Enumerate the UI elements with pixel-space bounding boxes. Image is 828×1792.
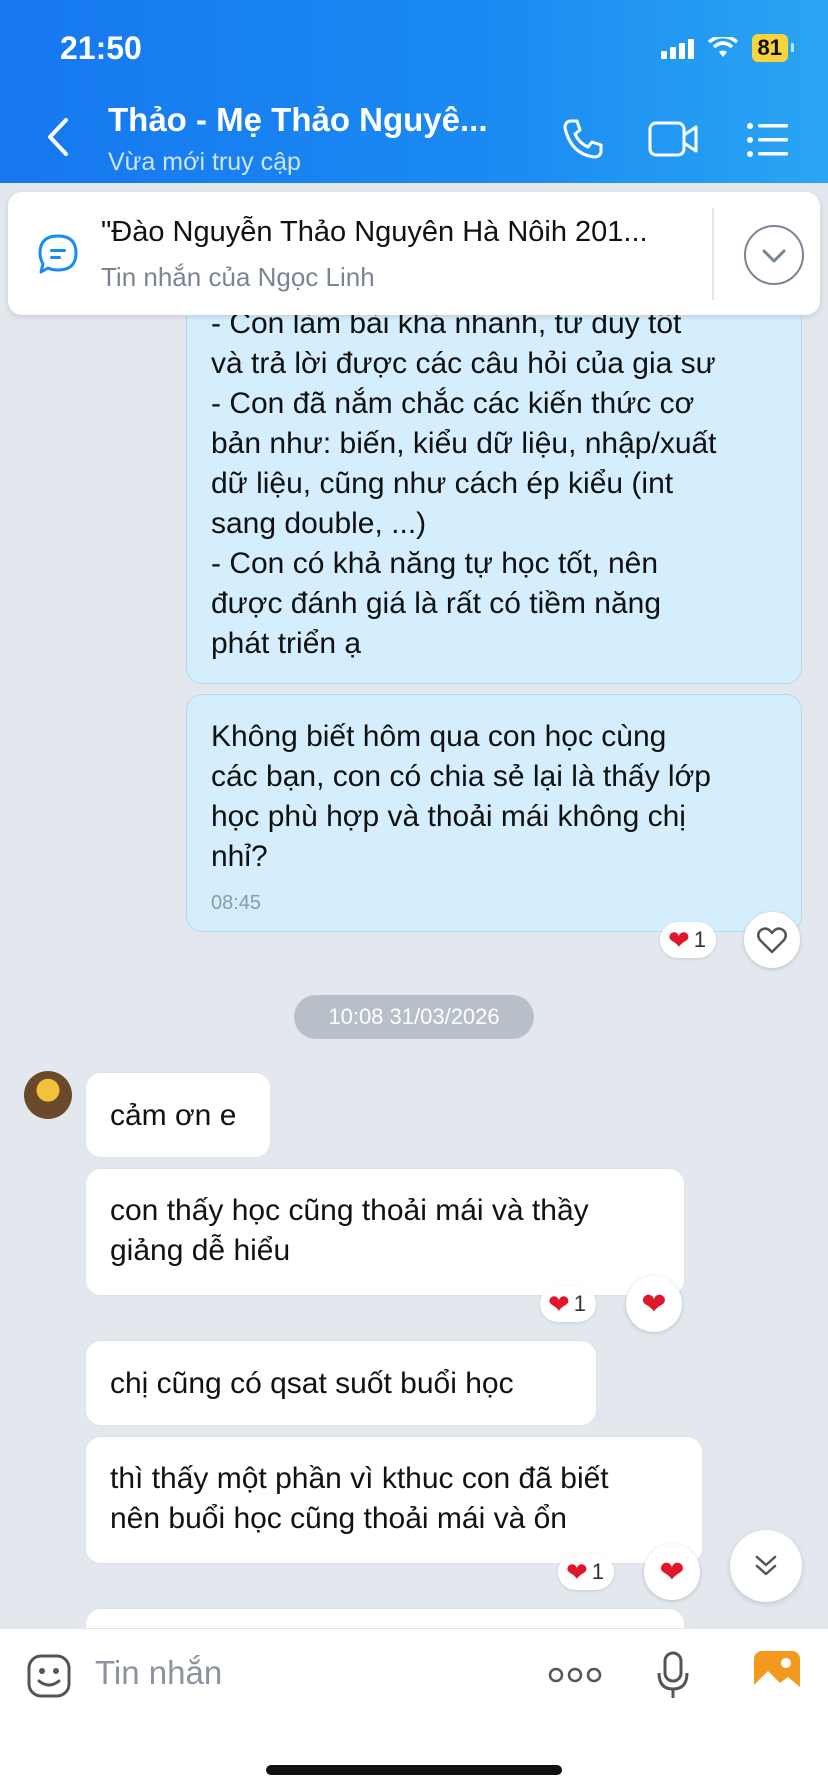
message-line: và trả lời được các câu hỏi của gia sư [211, 347, 716, 380]
message-line: bản như: biến, kiểu dữ liệu, nhập/xuất [211, 427, 717, 460]
emoji-icon[interactable] [26, 1653, 72, 1699]
message-bubble-received[interactable]: con thấy học cũng thoải mái và thầy giản… [85, 1168, 685, 1296]
message-line: - Con có khả năng tự học tốt, nên [211, 547, 659, 580]
message-line: thì thấy một phần vì kthuc con đã biết [110, 1462, 609, 1495]
message-input[interactable]: Tin nhắn [95, 1654, 222, 1692]
message-line: giảng dễ hiểu [110, 1234, 291, 1267]
pinned-message-bar[interactable]: "Đào Nguyễn Thảo Nguyên Hà Nôih 201... T… [8, 192, 820, 315]
reaction-summary[interactable]: ❤ 1 [660, 922, 717, 958]
reaction-count: 1 [573, 1291, 587, 1316]
date-separator: 10:08 31/03/2026 [294, 995, 534, 1039]
message-line: nhỉ? [211, 840, 268, 873]
reaction-count: 1 [693, 927, 707, 952]
message-line: Không biết hôm qua con học cùng [211, 720, 667, 753]
message-bubble-received[interactable]: thì thấy một phần vì kthuc con đã biết n… [85, 1436, 703, 1564]
react-button[interactable] [744, 912, 800, 968]
phone-icon[interactable] [560, 116, 606, 162]
reaction-summary[interactable]: ❤ 1 [540, 1286, 597, 1322]
message-line: được đánh giá là rất có tiềm năng [211, 587, 662, 620]
chat-header: 21:50 81 Thảo - Mẹ Thảo Nguyê... Vừa mới… [0, 0, 828, 183]
message-bubble-received[interactable]: chị cũng có qsat suốt buổi học [85, 1340, 597, 1426]
heart-filled-icon: ❤ [659, 1555, 685, 1589]
message-line: nên buổi học cũng thoải mái và ổn [110, 1502, 567, 1535]
expand-pinned-button[interactable] [744, 225, 804, 285]
image-picker-icon[interactable] [752, 1649, 802, 1697]
message-line: - Con đã nắm chắc các kiến thức cơ [211, 387, 695, 420]
message-line: chị cũng có qsat suốt buổi học [110, 1367, 514, 1400]
signal-icon [660, 37, 694, 59]
chat-bubble-icon [38, 234, 78, 274]
chat-status: Vừa mới truy cập [108, 148, 301, 176]
message-line: con thấy học cũng thoải mái và thầy [110, 1194, 589, 1227]
double-chevron-down-icon [755, 1555, 777, 1576]
message-line: các bạn, con có chia sẻ lại là thấy lớp [211, 760, 711, 793]
pinned-message-author: Tin nhắn của Ngọc Linh [101, 262, 375, 292]
status-icons: 81 [660, 34, 795, 62]
pinned-message-text: "Đào Nguyễn Thảo Nguyên Hà Nôih 201... [101, 216, 648, 248]
back-icon[interactable] [38, 112, 78, 162]
home-indicator [266, 1765, 562, 1775]
message-bubble-received[interactable]: cảm ơn e [85, 1072, 271, 1158]
menu-list-icon[interactable] [746, 122, 790, 158]
message-line: học phù hợp và thoải mái không chị [211, 800, 686, 833]
reaction-count: 1 [591, 1559, 605, 1584]
react-button[interactable]: ❤ [626, 1276, 682, 1332]
message-line: cảm ơn e [110, 1099, 237, 1132]
message-line: dữ liệu, cũng như cách ép kiểu (int [211, 467, 674, 500]
message-line: sang double, ...) [211, 507, 427, 540]
video-call-icon[interactable] [648, 120, 700, 158]
message-composer: Tin nhắn [0, 1628, 828, 1792]
wifi-icon [707, 37, 738, 57]
avatar[interactable] [24, 1071, 72, 1119]
heart-outline-icon [757, 927, 787, 954]
message-bubble-sent[interactable]: - Con làm bài khá nhanh, tư duy tốt và t… [186, 262, 802, 684]
react-button[interactable]: ❤ [644, 1544, 700, 1600]
heart-filled-icon: ❤ [641, 1287, 667, 1321]
heart-icon: ❤ [548, 1288, 570, 1319]
reaction-summary[interactable]: ❤ 1 [558, 1554, 615, 1590]
message-line: phát triển ạ [211, 627, 362, 660]
heart-icon: ❤ [566, 1556, 588, 1587]
battery-indicator: 81 [751, 34, 795, 62]
message-bubble-sent[interactable]: Không biết hôm qua con học cùng các bạn,… [186, 694, 802, 932]
heart-icon: ❤ [668, 924, 690, 955]
divider [712, 208, 714, 300]
microphone-icon[interactable] [656, 1651, 690, 1701]
message-time: 08:45 [211, 892, 262, 914]
chevron-down-icon [762, 249, 786, 263]
status-time: 21:50 [60, 30, 142, 66]
scroll-to-bottom-button[interactable] [730, 1530, 802, 1602]
chat-title[interactable]: Thảo - Mẹ Thảo Nguyê... [108, 101, 488, 139]
more-options-icon[interactable] [548, 1666, 602, 1684]
